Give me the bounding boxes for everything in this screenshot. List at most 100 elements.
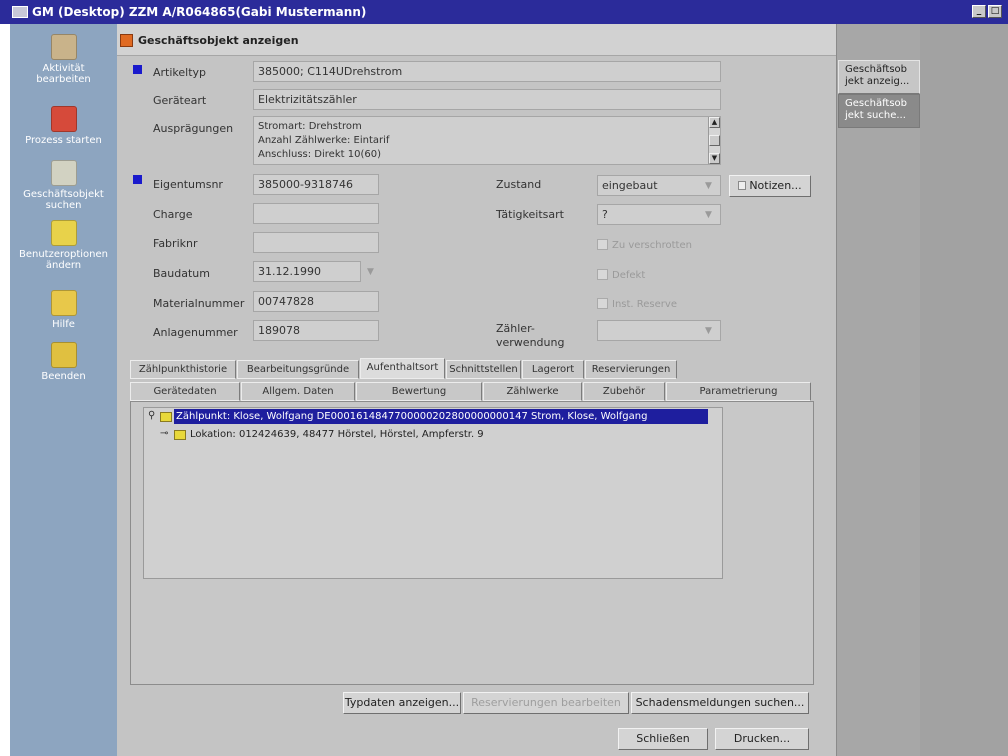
location-tree[interactable]: ⚲ Zählpunkt: Klose, Wolfgang DE000161484…: [143, 407, 723, 579]
auspraegung-line: Anschluss: Direkt 10(60): [258, 149, 381, 160]
folder-icon: [174, 430, 186, 440]
view-tab-business-object-display[interactable]: Geschäftsob jekt anzeig...: [838, 60, 920, 94]
baudatum-field[interactable]: 31.12.1990: [253, 261, 361, 282]
geraeteart-label: Geräteart: [153, 94, 207, 107]
tab-reservierungen[interactable]: Reservierungen: [585, 360, 677, 379]
app-icon: [12, 6, 28, 18]
zu-verschrotten-label: Zu verschrotten: [612, 240, 692, 251]
tab-schnittstellen[interactable]: Schnittstellen: [446, 360, 521, 379]
fabriknr-field[interactable]: [253, 232, 379, 253]
minimize-button[interactable]: _: [972, 5, 986, 18]
tab-zaehlpunkthistorie[interactable]: Zählpunkthistorie: [130, 360, 236, 379]
launcher-item-label: Beenden: [41, 371, 86, 382]
business-object-icon: [120, 34, 133, 47]
defekt-label: Defekt: [612, 270, 646, 281]
zustand-label: Zustand: [496, 178, 542, 191]
panel-header: Geschäftsobjekt anzeigen: [117, 24, 836, 56]
scroll-down-icon[interactable]: ▼: [709, 153, 720, 164]
materialnummer-label: Materialnummer: [153, 297, 245, 310]
inst-reserve-label: Inst. Reserve: [612, 299, 677, 310]
page-title: Geschäftsobjekt anzeigen: [138, 34, 299, 47]
chevron-down-icon: ▼: [705, 181, 712, 191]
tree-node-zaehlpunkt[interactable]: Zählpunkt: Klose, Wolfgang DE00016148477…: [174, 409, 708, 424]
tab-parametrierung[interactable]: Parametrierung: [666, 382, 811, 401]
fabriknr-label: Fabriknr: [153, 237, 198, 250]
exit-icon: [50, 342, 77, 368]
scroll-thumb[interactable]: [709, 135, 720, 146]
zaehlerverwendung-label-line1: Zähler-: [496, 322, 535, 335]
view-tab-business-object-search[interactable]: Geschäftsob jekt suche...: [838, 94, 920, 128]
anlagenummer-label: Anlagenummer: [153, 326, 238, 339]
notizen-button-label: Notizen...: [749, 179, 802, 192]
tree-expand-icon[interactable]: ⚲: [148, 410, 155, 421]
typdaten-button[interactable]: Typdaten anzeigen...: [343, 692, 461, 714]
auspraegung-line: Anzahl Zählwerke: Eintarif: [258, 135, 390, 146]
checkbox-box[interactable]: [597, 298, 608, 309]
inst-reserve-checkbox[interactable]: Inst. Reserve: [597, 298, 677, 310]
business-object-panel: Geschäftsobjekt anzeigen Artikeltyp 3850…: [117, 24, 836, 756]
eigentumsnr-label: Eigentumsnr: [153, 178, 223, 191]
tab-bewertung[interactable]: Bewertung: [356, 382, 482, 401]
open-views-strip: [836, 24, 920, 756]
zustand-select[interactable]: eingebaut: [597, 175, 721, 196]
launcher-item-label: Hilfe: [52, 319, 75, 330]
eigentumsnr-field[interactable]: 385000-9318746: [253, 174, 379, 195]
drucken-button[interactable]: Drucken...: [715, 728, 809, 750]
tab-allgemeine-daten[interactable]: Allgem. Daten: [241, 382, 355, 401]
business-object-search-icon: [50, 160, 77, 186]
auspraegungen-scrollbar[interactable]: ▲ ▼: [708, 117, 720, 164]
tab-zaehlwerke[interactable]: Zählwerke: [483, 382, 582, 401]
launcher-item-options[interactable]: Benutzeroptionen ändern: [10, 220, 117, 271]
help-icon: [50, 290, 77, 316]
geraeteart-field[interactable]: Elektrizitätszähler: [253, 89, 721, 110]
tab-zubehoer[interactable]: Zubehör: [583, 382, 665, 401]
launcher-sidebar: Aktivität bearbeiten Prozess starten Ges…: [10, 24, 117, 756]
chevron-down-icon: ▼: [705, 210, 712, 220]
tab-aufenthaltsort[interactable]: Aufenthaltsort: [360, 358, 445, 379]
tab-geraetedaten[interactable]: Gerätedaten: [130, 382, 240, 401]
charge-label: Charge: [153, 208, 193, 221]
taetigkeitsart-label: Tätigkeitsart: [496, 208, 564, 221]
auspraegungen-textarea[interactable]: Stromart: Drehstrom Anzahl Zählwerke: Ei…: [253, 116, 721, 165]
launcher-item-exit[interactable]: Beenden: [10, 342, 117, 382]
notizen-button[interactable]: Notizen...: [729, 175, 811, 197]
anlagenummer-field[interactable]: 189078: [253, 320, 379, 341]
charge-field[interactable]: [253, 203, 379, 224]
materialnummer-field[interactable]: 00747828: [253, 291, 379, 312]
tab-lagerort[interactable]: Lagerort: [522, 360, 584, 379]
artikeltyp-label: Artikeltyp: [153, 66, 207, 79]
launcher-item-search-object[interactable]: Geschäftsobjekt suchen: [10, 160, 117, 211]
schliessen-button[interactable]: Schließen: [618, 728, 708, 750]
zaehlerverwendung-label: Zähler- verwendung: [496, 322, 564, 350]
launcher-item-label: Prozess starten: [25, 135, 102, 146]
zaehlerverwendung-label-line2: verwendung: [496, 336, 565, 349]
launcher-item-label: Geschäftsobjekt suchen: [23, 189, 104, 211]
window-title-bar: GM (Desktop) ZZM A/R064865(Gabi Musterma…: [0, 0, 1008, 24]
date-picker-icon[interactable]: ▼: [367, 267, 374, 277]
reservierungen-bearbeiten-button[interactable]: Reservierungen bearbeiten: [463, 692, 629, 714]
zu-verschrotten-checkbox[interactable]: Zu verschrotten: [597, 239, 692, 251]
folder-icon: [160, 412, 172, 422]
launcher-item-process[interactable]: Prozess starten: [10, 106, 117, 146]
taetigkeitsart-select[interactable]: ?: [597, 204, 721, 225]
launcher-item-activity[interactable]: Aktivität bearbeiten: [10, 34, 117, 85]
scroll-up-icon[interactable]: ▲: [709, 117, 720, 128]
tree-connector-icon: ⊸: [160, 428, 169, 439]
defekt-checkbox[interactable]: Defekt: [597, 269, 645, 281]
auspraegung-line: Stromart: Drehstrom: [258, 121, 362, 132]
tree-node-lokation[interactable]: Lokation: 012424639, 48477 Hörstel, Hörs…: [190, 427, 484, 442]
checkbox-box[interactable]: [597, 269, 608, 280]
tab-bearbeitungsgruende[interactable]: Bearbeitungsgründe: [237, 360, 359, 379]
schadensmeldungen-suchen-button[interactable]: Schadensmeldungen suchen...: [631, 692, 809, 714]
zaehlerverwendung-select[interactable]: [597, 320, 721, 341]
required-marker: [133, 175, 142, 184]
launcher-item-help[interactable]: Hilfe: [10, 290, 117, 330]
user-options-icon: [50, 220, 77, 246]
process-start-icon: [50, 106, 77, 132]
artikeltyp-field[interactable]: 385000; C114UDrehstrom: [253, 61, 721, 82]
baudatum-label: Baudatum: [153, 267, 210, 280]
activity-icon: [50, 34, 77, 60]
checkbox-box[interactable]: [597, 239, 608, 250]
maximize-button[interactable]: □: [988, 5, 1002, 18]
required-marker: [133, 65, 142, 74]
